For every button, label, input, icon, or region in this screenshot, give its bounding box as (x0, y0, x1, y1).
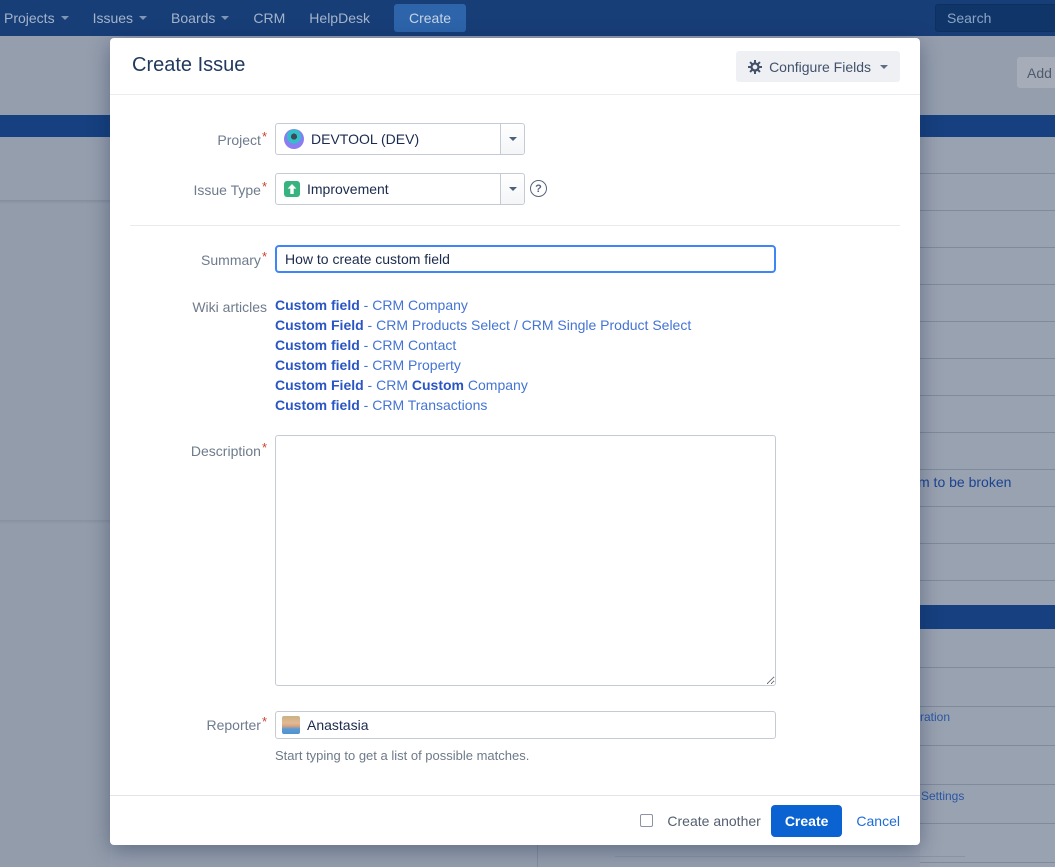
wiki-articles-list: Custom field - CRM Company Custom Field … (275, 295, 691, 415)
summary-label: Summary* (110, 252, 267, 268)
required-asterisk: * (262, 249, 267, 264)
chevron-down-icon (139, 16, 147, 20)
chevron-down-icon (509, 187, 517, 191)
nav-create-button: Create (394, 4, 466, 32)
background-divider (0, 520, 110, 524)
chevron-down-icon (880, 65, 888, 69)
create-button[interactable]: Create (771, 805, 843, 837)
create-another-checkbox[interactable] (640, 814, 653, 827)
background-divider (537, 845, 538, 867)
required-asterisk: * (262, 440, 267, 455)
reporter-help-text: Start typing to get a list of possible m… (275, 748, 529, 763)
issue-type-value-text: Improvement (307, 181, 389, 197)
background-left-panel (0, 200, 110, 867)
add-gadget-button: Add g (1017, 57, 1055, 88)
wiki-article-link[interactable]: Custom Field - CRM Custom Company (275, 375, 691, 395)
configure-fields-button[interactable]: Configure Fields (736, 51, 900, 82)
wiki-article-link[interactable]: Custom field - CRM Company (275, 295, 691, 315)
nav-helpdesk-label: HelpDesk (309, 10, 370, 26)
wiki-article-link[interactable]: Custom field - CRM Transactions (275, 395, 691, 415)
reporter-label: Reporter* (110, 717, 267, 733)
project-select-value: DEVTOOL (DEV) (276, 124, 500, 154)
top-navbar: Projects Issues Boards CRM HelpDesk Crea… (0, 0, 1055, 36)
issue-type-label: Issue Type* (110, 182, 267, 198)
configure-fields-label: Configure Fields (769, 59, 871, 75)
create-issue-dialog: Create Issue Configure Field (110, 38, 920, 845)
nav-issues: Issues (93, 10, 147, 26)
create-another-label: Create another (667, 813, 760, 829)
cancel-link[interactable]: Cancel (856, 813, 900, 829)
background-link-ration: ration (920, 710, 950, 724)
chevron-down-icon (61, 16, 69, 20)
background-link-broken: m to be broken (918, 474, 1011, 490)
search-input (935, 4, 1055, 32)
nav-issues-label: Issues (93, 10, 133, 26)
help-icon[interactable]: ? (530, 180, 547, 197)
reporter-value-text: Anastasia (307, 717, 368, 733)
project-label: Project* (110, 132, 267, 148)
chevron-down-icon (509, 137, 517, 141)
improvement-type-icon (284, 181, 300, 197)
nav-projects: Projects (4, 10, 69, 26)
background-divider (615, 856, 965, 857)
nav-boards-label: Boards (171, 10, 215, 26)
wiki-article-link[interactable]: Custom field - CRM Property (275, 355, 691, 375)
background-section-header-bar (920, 605, 1055, 629)
description-label: Description* (110, 443, 267, 459)
project-dropdown-button[interactable] (500, 124, 524, 154)
wiki-article-link[interactable]: Custom field - CRM Contact (275, 335, 691, 355)
nav-boards: Boards (171, 10, 229, 26)
project-avatar-icon (284, 129, 304, 149)
summary-input[interactable] (275, 245, 776, 273)
wiki-articles-label: Wiki articles (110, 299, 267, 315)
reporter-input[interactable]: Anastasia (275, 711, 776, 739)
background-table-rows (920, 629, 1055, 867)
dialog-header: Create Issue Configure Field (110, 38, 920, 95)
gear-icon (748, 60, 762, 74)
reporter-avatar (282, 716, 300, 734)
chevron-down-icon (221, 16, 229, 20)
nav-crm: CRM (253, 10, 285, 26)
form-divider (130, 225, 900, 226)
nav-projects-label: Projects (4, 10, 55, 26)
background-table-rows (920, 137, 1055, 605)
project-value-text: DEVTOOL (DEV) (311, 131, 419, 147)
issue-type-dropdown-button[interactable] (500, 174, 524, 204)
required-asterisk: * (262, 714, 267, 729)
issue-type-select[interactable]: Improvement (275, 173, 525, 205)
issue-type-select-value: Improvement (276, 174, 500, 204)
description-textarea[interactable] (275, 435, 776, 686)
nav-helpdesk: HelpDesk (309, 10, 370, 26)
wiki-article-link[interactable]: Custom Field - CRM Products Select / CRM… (275, 315, 691, 335)
background-link-settings: Settings (921, 789, 964, 803)
dialog-footer: Create another Create Cancel (110, 795, 920, 845)
required-asterisk: * (262, 179, 267, 194)
project-select[interactable]: DEVTOOL (DEV) (275, 123, 525, 155)
dialog-title: Create Issue (132, 54, 245, 77)
background-divider (0, 200, 110, 204)
nav-crm-label: CRM (253, 10, 285, 26)
screen: Projects Issues Boards CRM HelpDesk Crea… (0, 0, 1055, 867)
required-asterisk: * (262, 129, 267, 144)
